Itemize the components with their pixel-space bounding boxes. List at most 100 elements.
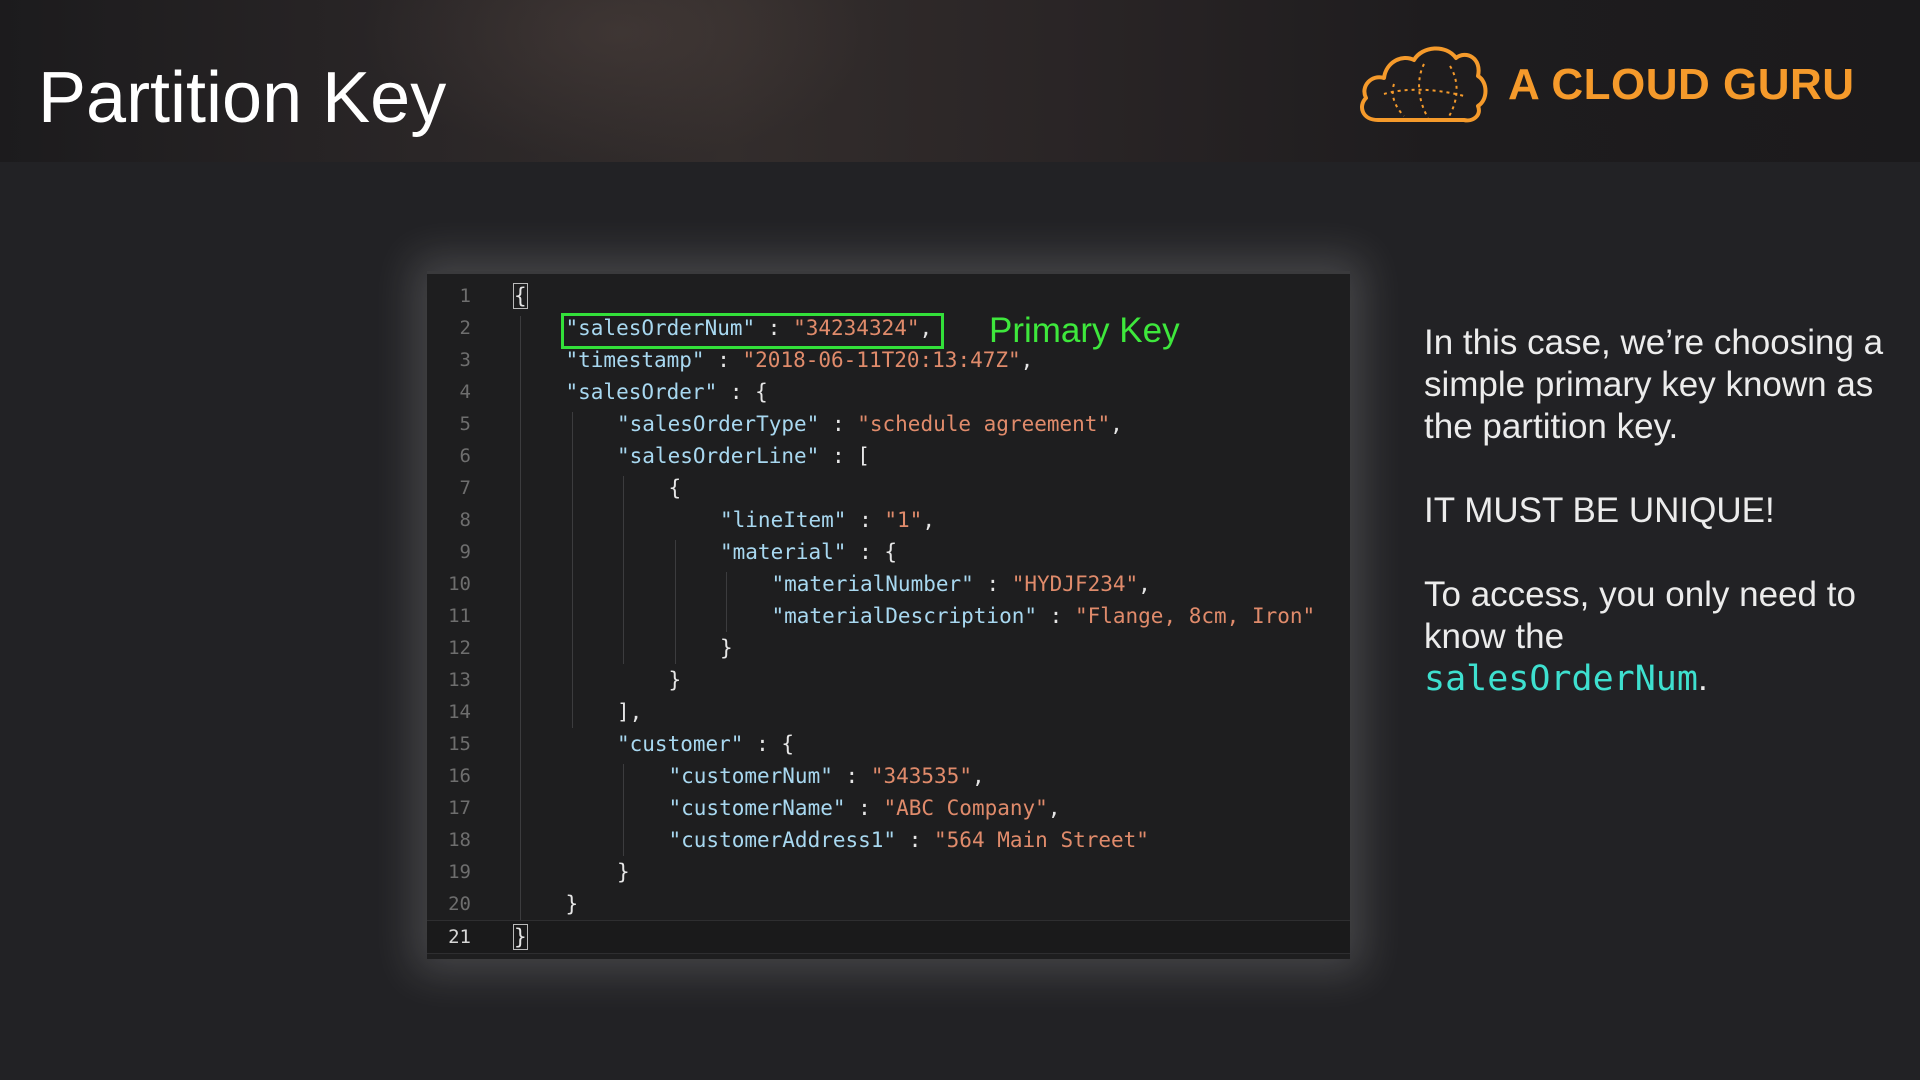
json-punctuation: ], xyxy=(617,700,643,724)
brand-logo: A CLOUD GURU xyxy=(1354,40,1855,130)
code-line: 21} xyxy=(427,920,1350,954)
code-text: "materialNumber" : "HYDJF234", xyxy=(772,568,1151,600)
indent-guide xyxy=(520,316,521,920)
json-string: "ABC Company" xyxy=(883,796,1048,820)
code-text: ], xyxy=(617,696,642,728)
line-number: 12 xyxy=(448,637,471,659)
line-number: 21 xyxy=(448,926,471,948)
line-number: 11 xyxy=(448,605,471,627)
json-punctuation: } xyxy=(513,924,528,950)
json-punctuation: : [ xyxy=(819,444,870,468)
code-line: 4 "salesOrder" : { xyxy=(427,376,1350,408)
json-string: "34234324" xyxy=(793,316,920,340)
partition-key-name: salesOrderNum xyxy=(1424,659,1698,699)
line-number: 3 xyxy=(459,349,471,371)
code-line: 7{ xyxy=(427,472,1350,504)
code-editor: 1 {2 "salesOrderNum" : "34234324", 3 "timest… xyxy=(427,271,1350,959)
brand-name: A CLOUD GURU xyxy=(1508,60,1855,109)
json-punctuation: : xyxy=(755,316,794,340)
json-key: "salesOrderNum" xyxy=(565,316,756,340)
json-punctuation: : xyxy=(832,764,871,788)
json-punctuation: : xyxy=(1037,604,1075,628)
line-number: 9 xyxy=(459,541,471,563)
line-number: 19 xyxy=(448,861,471,883)
line-number: 5 xyxy=(459,413,471,435)
code-text: "customerName" : "ABC Company", xyxy=(669,792,1061,824)
json-punctuation: : { xyxy=(743,732,795,756)
json-punctuation: : xyxy=(704,348,743,372)
code-text: "material" : { xyxy=(720,536,897,568)
json-punctuation: { xyxy=(668,476,682,500)
json-punctuation: , xyxy=(922,508,935,532)
line-number: 20 xyxy=(448,893,471,915)
json-key: "salesOrder" xyxy=(565,380,718,404)
code-text: "salesOrderType" : "schedule agreement", xyxy=(617,408,1123,440)
json-punctuation: , xyxy=(1047,796,1061,820)
primary-key-label: Primary Key xyxy=(989,311,1180,350)
code-text: } xyxy=(513,921,528,953)
line-number: 17 xyxy=(448,797,471,819)
code-text: { xyxy=(669,472,682,504)
line-number: 6 xyxy=(459,445,471,467)
access-text-end: . xyxy=(1697,659,1708,698)
code-text: "salesOrderNum" : "34234324", xyxy=(566,312,933,344)
json-key: "customerNum" xyxy=(668,764,833,788)
code-line: 2 "salesOrderNum" : "34234324", xyxy=(427,312,1350,344)
code-line: 3 "timestamp" : "2018-06-11T20:13:47Z", xyxy=(427,344,1350,376)
code-line: 6 "salesOrderLine" : [ xyxy=(427,440,1350,472)
json-key: "materialNumber" xyxy=(771,572,974,596)
access-text: To access, you only need to know the xyxy=(1424,575,1856,656)
slide: Partition Key A CLOUD GURU 1 {2 "salesOrde… xyxy=(0,0,1920,1080)
line-number: 10 xyxy=(448,573,471,595)
json-key: "timestamp" xyxy=(565,348,705,372)
code-text: { xyxy=(513,280,528,312)
indent-guide xyxy=(571,412,573,728)
json-key: "customer" xyxy=(617,732,744,756)
code-text: "customerNum" : "343535", xyxy=(669,760,985,792)
code-line: 17 "customerName" : "ABC Company", xyxy=(427,792,1350,824)
json-key: "customerAddress1" xyxy=(668,828,897,852)
explanation-text: In this case, we’re choosing a simple pr… xyxy=(1424,323,1884,446)
code-text: } xyxy=(617,856,630,888)
json-punctuation: : { xyxy=(846,540,898,564)
code-text: "materialDescription" : "Flange, 8cm, Ir… xyxy=(772,600,1316,632)
code-line: 19} xyxy=(427,856,1350,888)
line-number: 4 xyxy=(459,381,471,403)
json-key: "materialDescription" xyxy=(771,604,1038,628)
indent-guide xyxy=(623,764,624,856)
code-line: 15 "customer" : { xyxy=(427,728,1350,760)
cloud-icon xyxy=(1360,46,1488,123)
json-punctuation: } xyxy=(617,860,630,884)
line-number: 1 xyxy=(459,285,471,307)
indent-guide xyxy=(726,572,727,632)
code-text: } xyxy=(720,632,733,664)
json-punctuation: , xyxy=(919,316,933,340)
code-text: "salesOrderLine" : [ xyxy=(617,440,870,472)
json-punctuation: : xyxy=(846,508,885,532)
json-key: "salesOrderType" xyxy=(617,412,820,436)
code-line: 11 "materialDescription" : "Flange, 8cm, … xyxy=(427,600,1350,632)
code-line: 20} xyxy=(427,888,1350,920)
json-punctuation: } xyxy=(668,668,682,692)
json-key: "lineItem" xyxy=(720,508,847,532)
code-line: 13} xyxy=(427,664,1350,696)
code-line: 16 "customerNum" : "343535", xyxy=(427,760,1350,792)
line-number: 8 xyxy=(459,509,471,531)
json-key: "salesOrderLine" xyxy=(617,444,820,468)
json-punctuation: } xyxy=(565,892,579,916)
json-punctuation: : { xyxy=(717,380,768,404)
page-title: Partition Key xyxy=(38,58,447,138)
json-punctuation: , xyxy=(1138,572,1151,596)
line-number: 15 xyxy=(448,733,471,755)
json-punctuation: : xyxy=(896,828,935,852)
code-text: "lineItem" : "1", xyxy=(720,504,935,536)
line-number: 2 xyxy=(459,317,471,339)
code-line: 12} xyxy=(427,632,1350,664)
json-string: "2018-06-11T20:13:47Z" xyxy=(742,348,1021,372)
code-line: 14], xyxy=(427,696,1350,728)
code-line: 10 "materialNumber" : "HYDJF234", xyxy=(427,568,1350,600)
json-punctuation: } xyxy=(720,636,733,660)
line-number: 13 xyxy=(448,669,471,691)
json-punctuation: : xyxy=(819,412,858,436)
access-explanation: To access, you only need to know the sal… xyxy=(1424,574,1894,700)
